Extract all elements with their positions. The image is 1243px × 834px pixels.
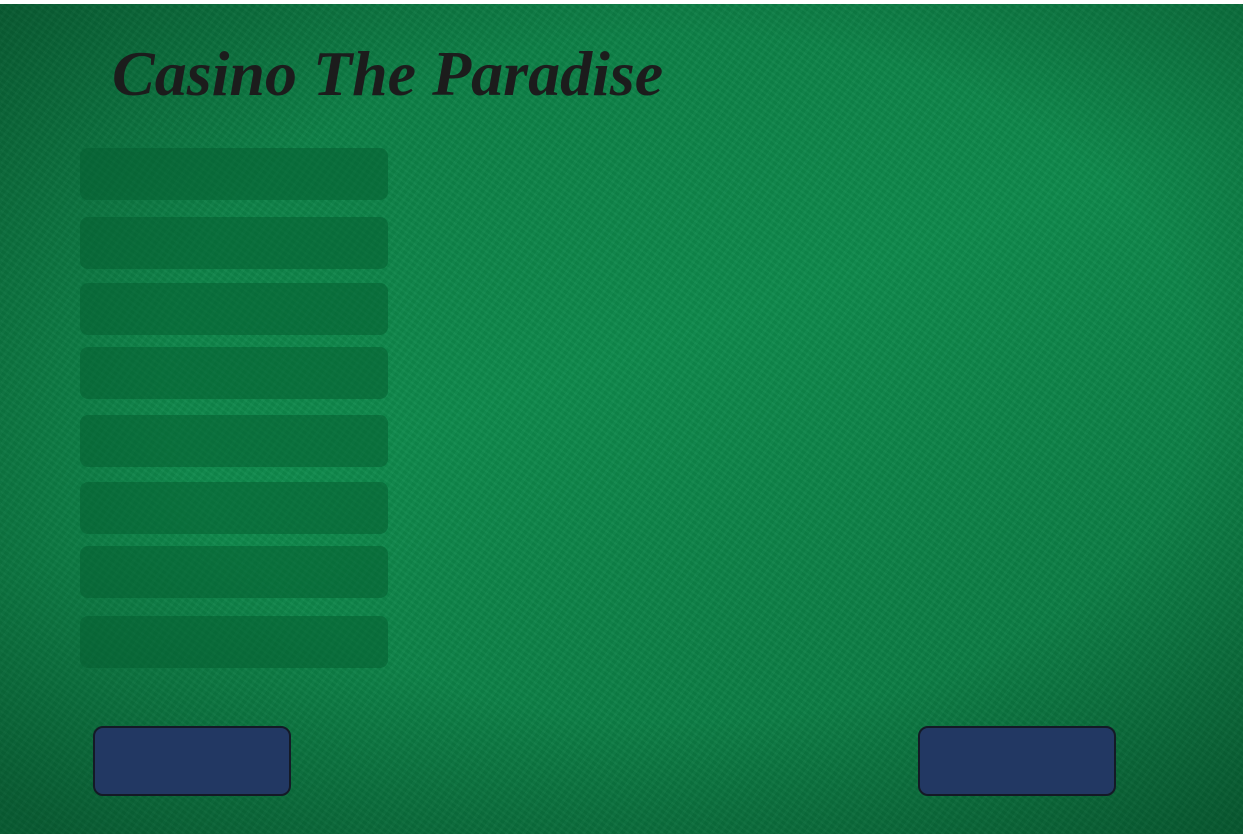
- left-action-button[interactable]: [93, 726, 291, 796]
- menu-item-1[interactable]: [80, 148, 388, 200]
- menu-item-4[interactable]: [80, 347, 388, 399]
- menu-item-5[interactable]: [80, 415, 388, 467]
- menu-item-8[interactable]: [80, 616, 388, 668]
- menu-item-2[interactable]: [80, 217, 388, 269]
- menu-item-7[interactable]: [80, 546, 388, 598]
- menu-item-3[interactable]: [80, 283, 388, 335]
- casino-table-background: Casino The Paradise: [0, 4, 1243, 834]
- menu-item-6[interactable]: [80, 482, 388, 534]
- right-action-button[interactable]: [918, 726, 1116, 796]
- game-title: Casino The Paradise: [112, 38, 664, 109]
